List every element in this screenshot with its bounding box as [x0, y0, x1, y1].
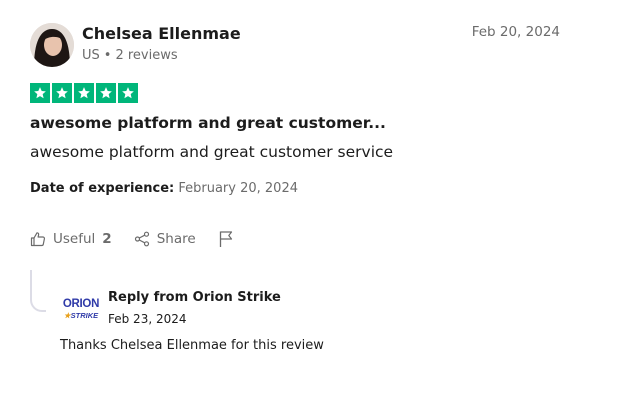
date-of-experience: Date of experience: February 20, 2024 — [30, 181, 298, 196]
star-rating — [30, 83, 138, 103]
reply-text: Thanks Chelsea Ellenmae for this review — [60, 338, 324, 353]
star-icon — [30, 83, 50, 103]
review-actions: Useful 2 Share — [30, 230, 256, 248]
share-button[interactable]: Share — [134, 231, 196, 247]
reply-from: Reply from Orion Strike — [108, 290, 281, 305]
review-body: awesome platform and great customer serv… — [30, 143, 394, 161]
review-date: Feb 20, 2024 — [471, 24, 560, 40]
logo-text-bottom: ★STRIKE — [63, 310, 99, 320]
experience-date: February 20, 2024 — [178, 181, 298, 196]
company-logo: ORION ★STRIKE — [60, 296, 102, 322]
experience-label: Date of experience: — [30, 181, 175, 196]
share-label: Share — [156, 231, 196, 247]
review-title[interactable]: awesome platform and great customer... — [30, 114, 386, 132]
reviewer-meta: US • 2 reviews — [82, 48, 178, 63]
reviewer-name[interactable]: Chelsea Ellenmae — [82, 24, 241, 43]
useful-button[interactable]: Useful 2 — [30, 231, 112, 247]
star-icon — [96, 83, 116, 103]
logo-text-top: ORION — [62, 298, 100, 310]
avatar-photo-icon — [30, 23, 74, 67]
reply-date: Feb 23, 2024 — [108, 312, 187, 326]
star-icon — [118, 83, 138, 103]
star-icon — [52, 83, 72, 103]
reviewer-country: US — [82, 48, 100, 63]
logo-text-bottom-word: STRIKE — [70, 310, 99, 320]
avatar[interactable] — [30, 23, 74, 67]
separator-dot: • — [103, 48, 112, 63]
logo-star-icon: ★ — [63, 310, 71, 320]
share-icon — [134, 231, 149, 247]
star-icon — [74, 83, 94, 103]
reply-connector-line — [30, 270, 46, 312]
flag-icon — [219, 231, 232, 247]
reviewer-review-count: 2 reviews — [115, 48, 178, 63]
useful-label: Useful — [53, 231, 96, 247]
flag-button[interactable] — [218, 230, 234, 248]
useful-count: 2 — [102, 231, 112, 247]
thumbs-up-icon — [30, 232, 46, 247]
